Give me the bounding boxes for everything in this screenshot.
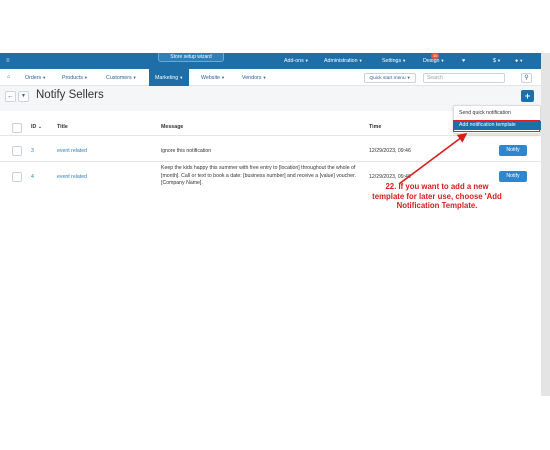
row-checkbox[interactable] <box>12 172 22 182</box>
app-window: ≡ Store setup wizard Add-ons▼ Administra… <box>0 53 541 396</box>
highlight-box <box>453 120 540 132</box>
chevron-down-icon: ▼ <box>519 58 524 63</box>
row-id[interactable]: 4 <box>31 173 34 181</box>
scrollbar[interactable] <box>541 53 550 396</box>
page-title: Notify Sellers <box>36 89 104 101</box>
row-message: Keep the kids happy this summer with fre… <box>161 165 356 186</box>
chevron-down-icon[interactable]: ▼ <box>18 91 29 102</box>
notify-button[interactable]: Notify <box>499 171 527 182</box>
header-id[interactable]: ID ⌄ <box>31 124 42 130</box>
administration-label: Administration <box>324 58 358 64</box>
sort-icon: ⌄ <box>37 124 43 130</box>
customers-label: Customers <box>106 75 132 81</box>
row-title[interactable]: event related <box>57 147 87 155</box>
chevron-down-icon: ▼ <box>221 75 226 80</box>
search-icon[interactable]: ⚲ <box>521 73 532 83</box>
header-time[interactable]: Time <box>369 124 381 130</box>
chevron-down-icon: ▼ <box>406 75 411 80</box>
row-id[interactable]: 3 <box>31 147 34 155</box>
vendors-label: Vendors <box>242 75 262 81</box>
hamburger-icon[interactable]: ≡ <box>6 57 10 65</box>
main-nav: ⌂ Orders▼ Products▼ Customers▼ Marketing… <box>0 69 541 86</box>
design-label: Design <box>423 58 440 64</box>
chevron-down-icon: ▼ <box>304 58 309 63</box>
settings-label: Settings <box>382 58 402 64</box>
row-checkbox[interactable] <box>12 146 22 156</box>
quick-start-label: Quick start menu <box>369 76 406 81</box>
chevron-down-icon: ▼ <box>83 75 88 80</box>
administration-menu[interactable]: Administration▼ <box>324 57 363 65</box>
notify-button[interactable]: Notify <box>499 145 527 156</box>
divider <box>0 135 541 136</box>
chevron-down-icon: ▼ <box>179 75 184 80</box>
chevron-down-icon: ▼ <box>496 58 501 63</box>
header-message[interactable]: Message <box>161 124 183 130</box>
row-message: ignore this notification <box>161 148 212 154</box>
products-label: Products <box>62 75 83 81</box>
addons-menu[interactable]: Add-ons▼ <box>284 57 309 65</box>
add-button[interactable]: + <box>521 90 534 102</box>
user-menu[interactable]: ●▼ <box>515 57 523 65</box>
top-bar: ≡ Store setup wizard Add-ons▼ Administra… <box>0 53 541 69</box>
row-time: 12/29/2023, 09:46 <box>369 174 411 180</box>
menu-item-send-quick-notification[interactable]: Send quick notification <box>454 109 541 118</box>
row-title[interactable]: event related <box>57 173 87 181</box>
chevron-down-icon: ▼ <box>358 58 363 63</box>
id-header-label: ID <box>31 124 37 130</box>
tutorial-annotation: 22. If you want to add a new template fo… <box>372 182 502 210</box>
orders-label: Orders <box>25 75 42 81</box>
header-title[interactable]: Title <box>57 124 68 130</box>
select-all-checkbox[interactable] <box>12 123 22 133</box>
store-setup-wizard-button[interactable]: Store setup wizard <box>158 53 224 62</box>
nav-item-customers[interactable]: Customers▼ <box>106 69 137 86</box>
nav-item-marketing[interactable]: Marketing▼ <box>149 69 190 86</box>
divider <box>0 161 541 162</box>
currency-label: $ <box>493 58 496 64</box>
nav-item-orders[interactable]: Orders▼ <box>25 69 46 86</box>
currency-menu[interactable]: $▼ <box>493 57 501 65</box>
addons-label: Add-ons <box>284 58 304 64</box>
marketing-label: Marketing <box>155 75 179 81</box>
bell-icon[interactable]: ♥ <box>462 57 465 65</box>
chevron-down-icon: ▼ <box>132 75 137 80</box>
row-time: 12/29/2023, 09:46 <box>369 148 411 154</box>
nav-item-vendors[interactable]: Vendors▼ <box>242 69 266 86</box>
chevron-down-icon: ▼ <box>402 58 407 63</box>
chevron-down-icon: ▼ <box>262 75 267 80</box>
chevron-down-icon: ▼ <box>42 75 47 80</box>
nav-item-products[interactable]: Products▼ <box>62 69 88 86</box>
chevron-down-icon: ▼ <box>440 58 445 63</box>
quick-start-menu[interactable]: Quick start menu▼ <box>364 73 416 83</box>
home-icon[interactable]: ⌂ <box>7 69 10 86</box>
settings-menu[interactable]: Settings▼ <box>382 57 406 65</box>
user-icon: ● <box>515 58 519 64</box>
search-input[interactable]: Search <box>423 73 505 83</box>
back-arrow-icon[interactable]: ← <box>5 91 16 102</box>
website-label: Website <box>201 75 221 81</box>
nav-item-website[interactable]: Website▼ <box>201 69 225 86</box>
